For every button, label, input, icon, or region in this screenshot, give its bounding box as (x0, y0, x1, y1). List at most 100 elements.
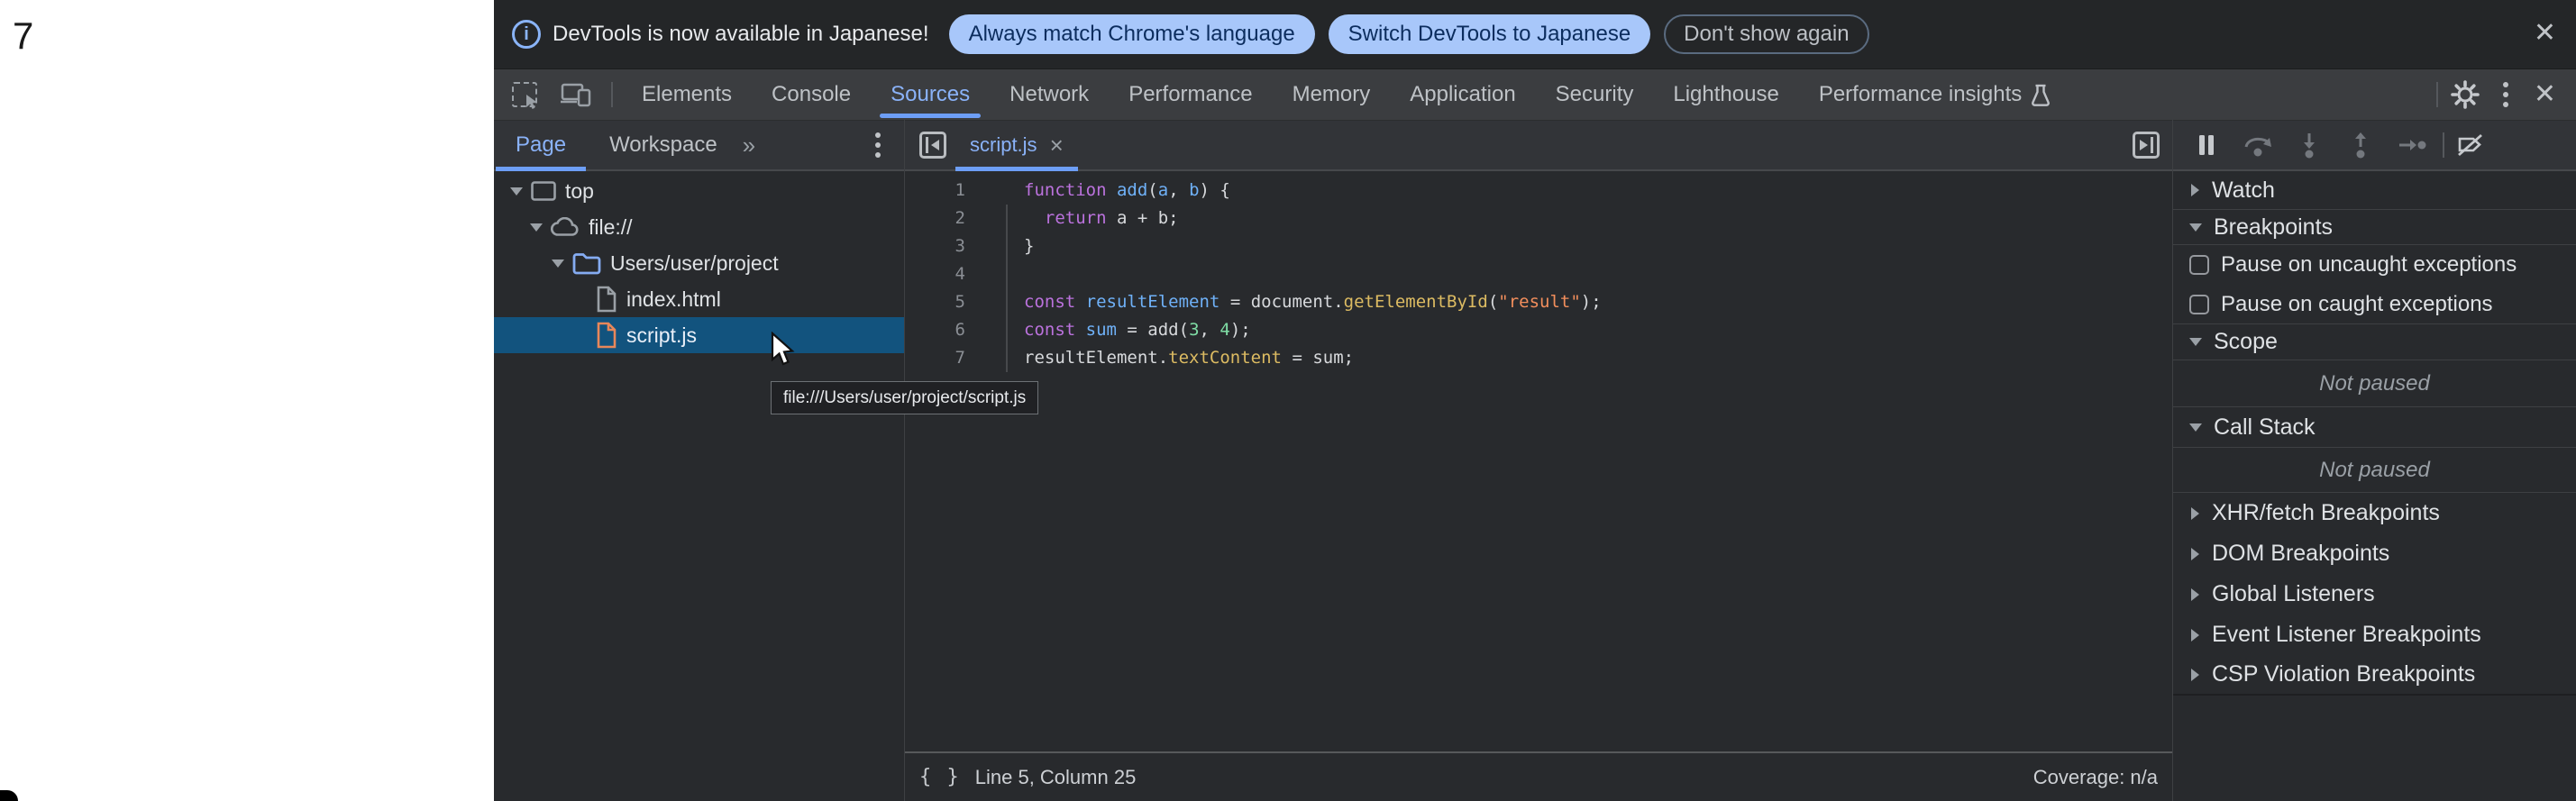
navigator-menu-icon[interactable] (875, 132, 881, 158)
file-tab-close-icon[interactable]: × (1050, 132, 1064, 159)
tab-security[interactable]: Security (1536, 69, 1654, 120)
coverage-label[interactable]: Coverage: n/a (2033, 766, 2158, 789)
line-number[interactable]: 6 (905, 316, 965, 344)
frame-icon (531, 181, 556, 201)
expander-icon[interactable] (2189, 423, 2202, 432)
step-over-icon[interactable] (2243, 130, 2273, 160)
expander-icon[interactable] (2191, 548, 2199, 560)
sources-content: top file:// Users/user/project (494, 171, 2576, 801)
toolbar-separator (611, 82, 613, 107)
section-label: Scope (2214, 329, 2278, 355)
code-line[interactable]: const resultElement = document.getElemen… (1024, 288, 1602, 316)
dont-show-again-button[interactable]: Don't show again (1664, 14, 1868, 54)
line-number[interactable]: 4 (905, 260, 965, 288)
section-scope[interactable]: Scope (2173, 324, 2576, 360)
infobar-message: DevTools is now available in Japanese! (553, 22, 929, 47)
expander-icon[interactable] (510, 187, 523, 196)
file-tab-scriptjs[interactable]: script.js × (955, 121, 1078, 169)
folder-icon (572, 251, 601, 275)
tab-memory[interactable]: Memory (1273, 69, 1391, 120)
code-line[interactable]: const sum = add(3, 4); (1024, 316, 1602, 344)
device-toolbar-icon[interactable] (561, 81, 591, 108)
section-label: Call Stack (2214, 414, 2316, 441)
section-dom-breakpoints[interactable]: DOM Breakpoints (2173, 533, 2576, 574)
line-number[interactable]: 3 (905, 232, 965, 260)
bottom-left-corner-artifact (0, 790, 18, 801)
pause-uncaught-checkbox[interactable] (2189, 255, 2209, 275)
pause-uncaught-row[interactable]: Pause on uncaught exceptions (2173, 245, 2576, 285)
navigator-tab-workspace[interactable]: Workspace (588, 121, 739, 169)
code-line[interactable]: function add(a, b) { (1024, 177, 1602, 205)
hide-debugger-sidebar-icon[interactable] (2133, 132, 2160, 159)
tab-network[interactable]: Network (990, 69, 1109, 120)
section-breakpoints[interactable]: Breakpoints (2173, 210, 2576, 245)
tab-performance-insights[interactable]: Performance insights (1799, 69, 2070, 120)
tab-sources[interactable]: Sources (871, 69, 990, 120)
section-xhr-breakpoints[interactable]: XHR/fetch Breakpoints (2173, 493, 2576, 533)
more-options-icon[interactable] (2503, 82, 2508, 107)
editor-tabbar: script.js × (904, 121, 2172, 169)
deactivate-breakpoints-icon[interactable] (2455, 130, 2486, 160)
cursor-position-label: Line 5, Column 25 (975, 766, 1137, 789)
hide-navigator-icon[interactable] (919, 132, 946, 159)
tab-application[interactable]: Application (1390, 69, 1535, 120)
gutter: 1234567 (905, 177, 965, 372)
section-label: DOM Breakpoints (2212, 541, 2389, 567)
tree-item-indexhtml[interactable]: index.html (494, 281, 904, 317)
info-icon: i (512, 20, 541, 49)
section-call-stack[interactable]: Call Stack (2173, 407, 2576, 448)
line-number[interactable]: 2 (905, 205, 965, 232)
navigator-tab-page[interactable]: Page (494, 121, 588, 169)
section-label: XHR/fetch Breakpoints (2212, 500, 2440, 526)
pause-caught-row[interactable]: Pause on caught exceptions (2173, 285, 2576, 324)
expander-icon[interactable] (2191, 184, 2199, 196)
expander-icon[interactable] (530, 223, 543, 232)
tree-item-file-protocol[interactable]: file:// (494, 209, 904, 245)
line-number[interactable]: 7 (905, 344, 965, 372)
tree-item-top[interactable]: top (494, 173, 904, 209)
infobar-close-icon[interactable]: ✕ (2534, 20, 2556, 47)
devtools-close-icon[interactable]: ✕ (2534, 81, 2556, 108)
step-icon[interactable] (2397, 130, 2427, 160)
tab-lighthouse[interactable]: Lighthouse (1653, 69, 1798, 120)
step-into-icon[interactable] (2294, 130, 2325, 160)
expander-icon[interactable] (2189, 338, 2202, 346)
tab-elements[interactable]: Elements (622, 69, 752, 120)
code-editor[interactable]: 1234567 function add(a, b) { return a + … (905, 171, 2172, 801)
match-language-button[interactable]: Always match Chrome's language (949, 14, 1315, 54)
code-line[interactable]: resultElement.textContent = sum; (1024, 344, 1602, 372)
code-line[interactable]: } (1024, 232, 1602, 260)
inspect-element-icon[interactable] (512, 82, 537, 107)
line-number[interactable]: 1 (905, 177, 965, 205)
pause-script-icon[interactable] (2191, 130, 2222, 160)
settings-gear-icon[interactable] (2451, 80, 2480, 109)
tab-console[interactable]: Console (752, 69, 871, 120)
section-global-listeners[interactable]: Global Listeners (2173, 574, 2576, 614)
step-out-icon[interactable] (2345, 130, 2376, 160)
checkbox-label: Pause on caught exceptions (2221, 292, 2493, 317)
tab-performance[interactable]: Performance (1109, 69, 1272, 120)
navigator-editor-divider[interactable] (904, 120, 905, 801)
pretty-print-icon[interactable]: { } (919, 766, 961, 788)
code-line[interactable] (1024, 260, 1602, 288)
pause-caught-checkbox[interactable] (2189, 295, 2209, 314)
section-event-listener-breakpoints[interactable]: Event Listener Breakpoints (2173, 614, 2576, 655)
callstack-not-paused: Not paused (2173, 448, 2576, 493)
code-line[interactable]: return a + b; (1024, 205, 1602, 232)
line-number[interactable]: 5 (905, 288, 965, 316)
gutter-border (1006, 205, 1008, 372)
expander-icon[interactable] (2191, 588, 2199, 601)
expander-icon[interactable] (2191, 669, 2199, 681)
expander-icon[interactable] (552, 259, 564, 268)
expander-icon[interactable] (2191, 629, 2199, 642)
section-csp-violation-breakpoints[interactable]: CSP Violation Breakpoints (2173, 655, 2576, 696)
editor-sidebar-divider[interactable] (2172, 120, 2173, 801)
tree-item-scriptjs[interactable]: script.js (494, 317, 904, 353)
expander-icon[interactable] (2189, 223, 2202, 232)
tree-item-project-folder[interactable]: Users/user/project (494, 245, 904, 281)
checkbox-label: Pause on uncaught exceptions (2221, 252, 2517, 278)
switch-japanese-button[interactable]: Switch DevTools to Japanese (1329, 14, 1651, 54)
expander-icon[interactable] (2191, 507, 2199, 520)
more-tabs-icon[interactable]: » (743, 132, 754, 159)
section-watch[interactable]: Watch (2173, 171, 2576, 210)
